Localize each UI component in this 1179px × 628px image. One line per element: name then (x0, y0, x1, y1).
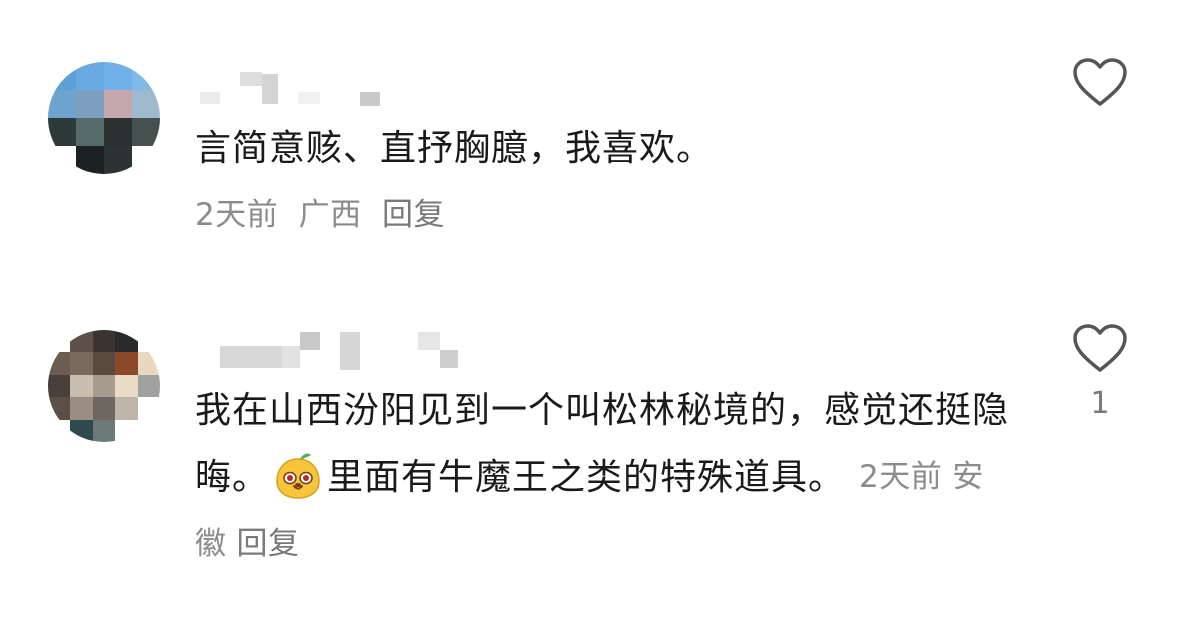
comment-time: 2天前 (859, 459, 943, 495)
heart-outline-icon (1073, 58, 1127, 106)
comment-text: 我在山西汾阳见到一个叫松林秘境的，感觉还挺隐晦。 里面有牛魔王之类的特殊道具。 2… (195, 378, 1025, 578)
like-button[interactable]: 1 (1072, 324, 1128, 424)
avatar[interactable] (48, 62, 160, 174)
comment-text: 言简意赅、直抒胸臆，我喜欢。 (195, 128, 714, 169)
comment-location: 广西 (298, 197, 362, 233)
heart-outline-icon (1073, 324, 1127, 372)
comment-item: 我在山西汾阳见到一个叫松林秘境的，感觉还挺隐晦。 里面有牛魔王之类的特殊道具。 2… (0, 300, 1179, 628)
comment-text-part: 里面有牛魔王之类的特殊道具。 (327, 457, 846, 498)
comment-item: 言简意赅、直抒胸臆，我喜欢。 2天前 广西 回复 (0, 0, 1179, 300)
mango-face-emoji (276, 453, 320, 499)
like-count: 1 (1090, 386, 1110, 421)
reply-button[interactable]: 回复 (237, 526, 300, 562)
like-button[interactable] (1072, 58, 1128, 118)
avatar[interactable] (48, 330, 160, 442)
comment-meta: 2天前 广西 回复 (195, 190, 455, 240)
reply-button[interactable]: 回复 (382, 197, 445, 233)
comment-time: 2天前 (195, 197, 279, 233)
